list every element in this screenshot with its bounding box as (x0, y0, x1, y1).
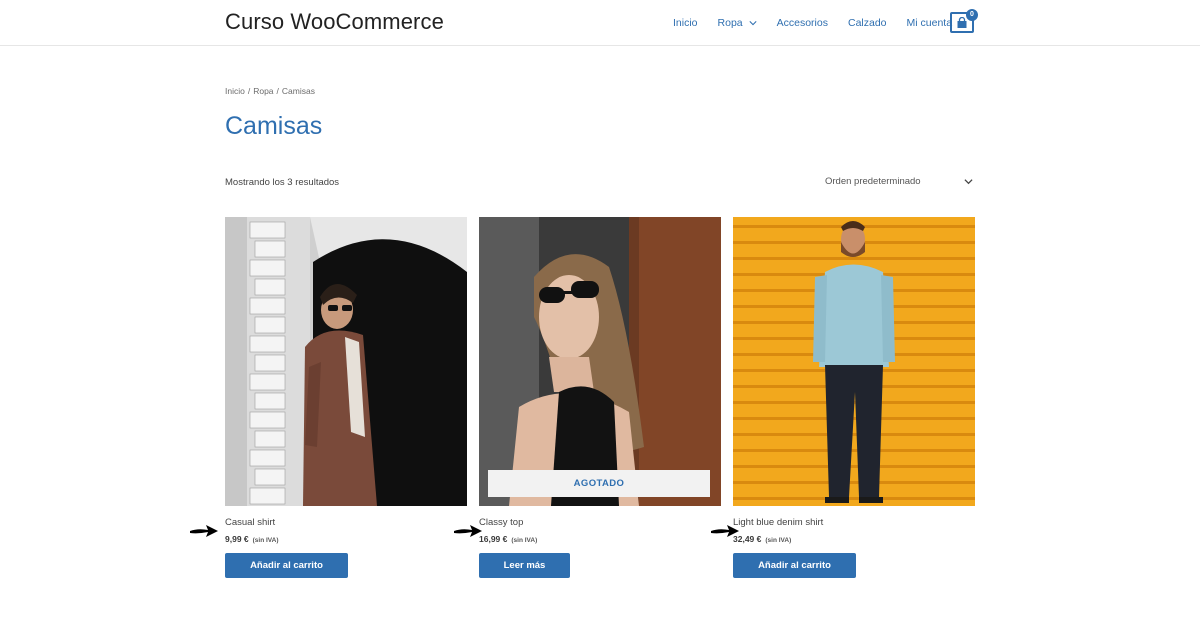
product-price: 9,99 € (sin IVA) (225, 534, 467, 544)
price-amount: 9,99 € (225, 534, 249, 544)
product-photo-casual-shirt (225, 217, 467, 506)
read-more-button[interactable]: Leer más (479, 553, 570, 578)
product-title[interactable]: Light blue denim shirt (733, 517, 975, 528)
nav-item-ropa[interactable]: Ropa (718, 17, 757, 29)
product-card: Casual shirt 9,99 € (sin IVA) Añadir al … (225, 217, 467, 578)
shopping-bag-icon (957, 17, 967, 28)
add-to-cart-button[interactable]: Añadir al carrito (733, 553, 856, 578)
product-price: 32,49 € (sin IVA) (733, 534, 975, 544)
product-image[interactable] (225, 217, 467, 506)
nav-label: Accesorios (776, 17, 828, 29)
add-to-cart-button[interactable]: Añadir al carrito (225, 553, 348, 578)
nav-item-mi-cuenta[interactable]: Mi cuenta (907, 17, 953, 29)
breadcrumb-inicio[interactable]: Inicio (225, 86, 245, 96)
product-card: Light blue denim shirt 32,49 € (sin IVA)… (733, 217, 975, 578)
chevron-down-icon (749, 21, 757, 26)
price-tax-suffix: (sin IVA) (511, 537, 538, 544)
product-photo-classy-top (479, 217, 721, 506)
breadcrumb-separator: / (276, 86, 279, 96)
product-title[interactable]: Casual shirt (225, 517, 467, 528)
chevron-down-icon (964, 179, 973, 185)
nav-item-inicio[interactable]: Inicio (673, 17, 698, 29)
annotation-arrow-icon (190, 525, 218, 537)
price-tax-suffix: (sin IVA) (252, 537, 279, 544)
out-of-stock-badge: AGOTADO (488, 470, 710, 497)
breadcrumb-separator: / (247, 86, 251, 96)
product-card: AGOTADO Classy top 16,99 € (sin IVA) Lee… (479, 217, 721, 578)
main-navigation: Inicio Ropa Accesorios Calzado Mi cuenta (673, 17, 972, 29)
result-count: Mostrando los 3 resultados (225, 177, 340, 188)
annotation-arrow-icon (711, 525, 739, 537)
product-photo-denim-shirt (733, 217, 975, 506)
nav-label: Ropa (717, 17, 743, 29)
ordering-select[interactable]: Orden predeterminado (825, 176, 975, 187)
nav-item-accesorios[interactable]: Accesorios (777, 17, 828, 29)
annotation-arrow-icon (454, 525, 482, 537)
site-title[interactable]: Curso WooCommerce (225, 9, 444, 35)
site-header: Curso WooCommerce Inicio Ropa Accesorios… (0, 0, 1200, 46)
breadcrumb: Inicio / Ropa / Camisas (225, 86, 315, 96)
ordering-selected-value: Orden predeterminado (825, 176, 921, 187)
product-image[interactable]: AGOTADO (479, 217, 721, 506)
nav-label: Calzado (847, 17, 887, 29)
price-tax-suffix: (sin IVA) (765, 537, 792, 544)
cart-count-badge: 0 (966, 9, 978, 21)
nav-label: Mi cuenta (906, 17, 953, 29)
nav-label: Inicio (673, 17, 698, 29)
product-image[interactable] (733, 217, 975, 506)
cart-button[interactable]: 0 (950, 9, 978, 33)
page-title: Camisas (225, 112, 323, 140)
nav-item-calzado[interactable]: Calzado (848, 17, 887, 29)
breadcrumb-ropa[interactable]: Ropa (253, 86, 273, 96)
product-title[interactable]: Classy top (479, 517, 721, 528)
product-price: 16,99 € (sin IVA) (479, 534, 721, 544)
breadcrumb-current: Camisas (281, 86, 315, 96)
